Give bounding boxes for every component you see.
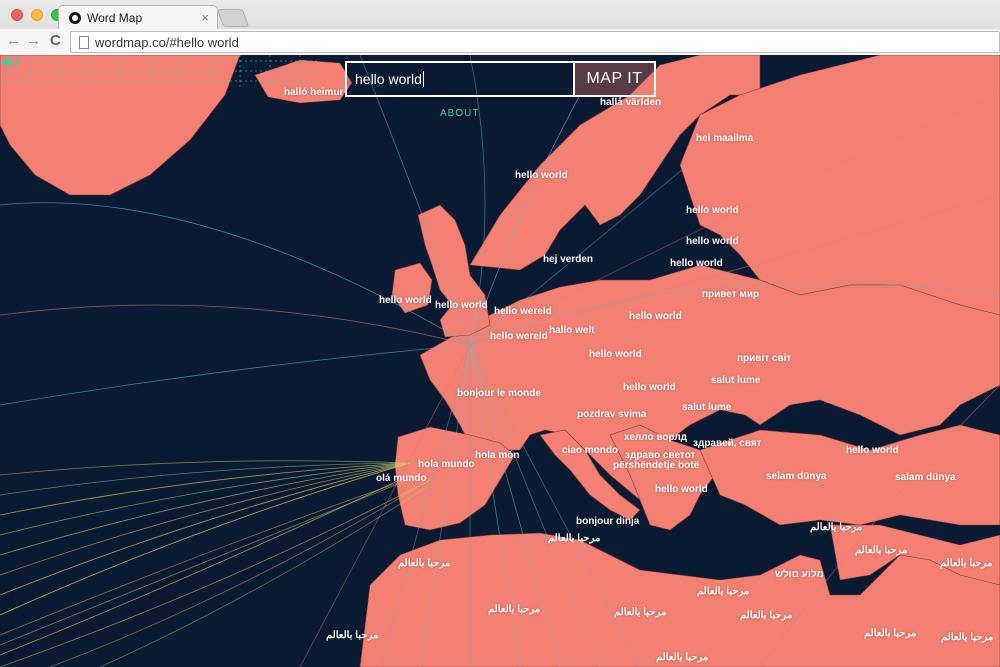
map-label[interactable]: hello world [623,382,676,393]
map-label[interactable]: hello world [670,258,723,269]
map-label[interactable]: مرحبا بالعالم [548,533,600,544]
map-label[interactable]: hello world [629,311,682,322]
map-label[interactable]: مرحبا بالعالم [810,522,862,533]
map-canvas[interactable]: halló heimur hallå världen hei maailma h… [0,55,1000,667]
map-label[interactable]: hello world [846,445,899,456]
map-label[interactable]: ciao mondo [562,445,618,456]
word-search-input[interactable]: hello world [345,61,575,97]
map-label[interactable]: salut lume [682,402,731,413]
minimize-window-button[interactable] [31,9,43,21]
map-label[interactable]: مرحبا بالعالم [864,628,916,639]
map-label[interactable]: مرحبا بالعالم [940,558,992,569]
map-label[interactable]: hej verden [543,254,593,265]
map-it-button[interactable]: MAP IT [575,61,656,97]
map-label[interactable]: привет мир [702,289,759,300]
map-label[interactable]: olá mundo [376,473,427,484]
speaker-icon[interactable] [0,55,20,69]
new-tab-button[interactable] [216,9,250,27]
map-label[interactable]: مرحبا بالعالم [855,545,907,556]
map-label[interactable]: مرحبا بالعالم [488,604,540,615]
map-label[interactable]: привіт світ [737,353,791,364]
map-label[interactable]: hello world [435,300,488,311]
browser-chrome: Word Map × ← → C wordmap.co/#hello world [0,0,1000,55]
map-label[interactable]: hei maailma [696,133,753,144]
map-label[interactable]: bonjour le monde [457,388,541,399]
about-link[interactable]: ABOUT [440,108,479,119]
map-label[interactable]: مرحبا بالعالم [326,630,378,641]
map-svg [0,55,1000,667]
map-label[interactable]: hello world [686,236,739,247]
map-label[interactable]: hello wereld [490,331,548,342]
map-label[interactable]: selam dünya [766,471,827,482]
browser-toolbar: ← → C wordmap.co/#hello world [0,29,1000,55]
map-label[interactable]: hello wereld [494,306,552,317]
search-input-value: hello world [355,71,422,87]
map-label[interactable]: hello world [589,349,642,360]
map-label[interactable]: مرحبا بالعالم [941,632,993,643]
map-label[interactable]: hallo welt [549,325,595,336]
search-grid-decoration [0,55,320,87]
page-icon [79,35,89,49]
map-label[interactable]: hola mundo [418,459,475,470]
map-label[interactable]: hello world [686,205,739,216]
map-label[interactable]: hola món [475,450,519,461]
map-label[interactable]: مرحبا بالعالم [614,607,666,618]
map-label[interactable]: pozdrav svima [577,409,646,420]
wordmap-favicon-icon [69,11,81,24]
forward-arrow-icon[interactable]: → [26,32,41,49]
tab-title: Word Map [87,10,143,25]
map-label[interactable]: halló heimur [284,87,343,98]
map-label[interactable]: hello world [655,484,708,495]
address-bar-url: wordmap.co/#hello world [95,34,239,50]
window-controls [11,9,63,21]
reload-icon[interactable]: C [50,32,61,49]
map-label[interactable]: hallå världen [600,97,661,108]
map-label[interactable]: salut lume [711,375,760,386]
map-label[interactable]: хелло ворлд [624,432,687,443]
map-label[interactable]: здравей, свят [693,438,762,449]
map-label[interactable]: مرحبا بالعالم [656,652,708,663]
map-label[interactable]: salam dünya [895,472,956,483]
map-label[interactable]: مرحبا بالعالم [740,610,792,621]
map-label[interactable]: bonjour dinja [576,516,639,527]
close-window-button[interactable] [11,9,23,21]
great-britain-landmass [417,204,491,338]
map-label[interactable]: مرحبا بالعالم [398,558,450,569]
map-label[interactable]: hello world [515,170,568,181]
browser-tab[interactable]: Word Map × [58,5,218,29]
tab-close-icon[interactable]: × [201,10,209,25]
map-label[interactable]: مرحبا بالعالم [697,586,749,597]
address-bar[interactable]: wordmap.co/#hello world [70,31,1000,53]
map-label[interactable]: מלוע םולש [775,569,824,580]
map-label[interactable]: hello world [379,295,432,306]
map-label[interactable]: përshëndetje botë [613,460,699,471]
back-arrow-icon[interactable]: ← [6,32,21,49]
text-caret [422,71,424,87]
